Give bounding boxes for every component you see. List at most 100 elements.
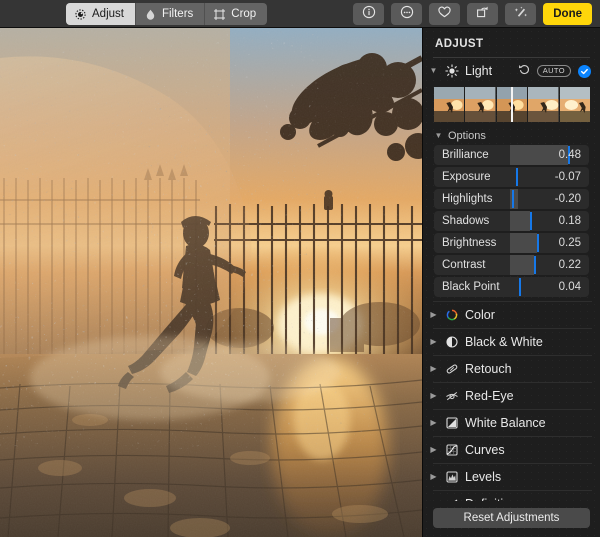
favorite-button[interactable] [429,3,461,25]
chevron-down-icon: ▼ [429,66,438,75]
slider-value: 0.25 [558,237,581,249]
slider-contrast[interactable]: Contrast 0.22 [434,255,589,275]
light-enabled-checkmark[interactable] [578,64,591,78]
color-wheel-icon [444,308,459,323]
slider-value: 0.48 [558,149,581,161]
variation-thumbnail[interactable] [465,87,496,122]
adjust-sections-scroll[interactable]: ▼ Light AUTO ▼ Options Brilliance 0.48 E… [423,58,600,501]
crossed-eye-icon [444,389,459,404]
section-white-balance[interactable]: ▶ White Balance [423,409,600,436]
chevron-right-icon: ▶ [430,472,437,481]
section-curves[interactable]: ▶ Curves [423,436,600,463]
slider-handle [519,278,522,296]
section-label: Definition [465,497,591,501]
section-light[interactable]: ▼ Light AUTO [423,58,600,84]
slider-handle [511,190,514,208]
curves-grid-icon [444,443,459,458]
tab-crop-label: Crop [231,8,257,20]
tab-crop[interactable]: Crop [205,3,267,25]
edited-photo [0,28,422,537]
slider-value: -0.20 [554,193,581,205]
variation-thumbnail[interactable] [559,87,591,122]
slider-shadows[interactable]: Shadows 0.18 [434,211,589,231]
chevron-right-icon: ▶ [430,310,437,319]
slider-brilliance[interactable]: Brilliance 0.48 [434,145,589,165]
slider-handle [536,234,539,252]
slider-value: 0.04 [558,281,581,293]
slider-brightness[interactable]: Brightness 0.25 [434,233,589,253]
panel-title: ADJUST [435,38,484,50]
slider-label: Contrast [442,259,486,271]
chevron-right-icon: ▶ [430,391,437,400]
section-light-label: Light [465,64,493,78]
ellipsis-circle-icon [400,5,414,24]
rotate-button[interactable] [467,3,499,25]
light-variation-filmstrip[interactable] [434,87,591,122]
chevron-right-icon: ▶ [430,418,437,427]
adjust-sections-list: ▶ Color ▶ Black & White ▶ Retouch ▶ Red-… [423,301,600,501]
section-levels[interactable]: ▶ Levels [423,463,600,490]
variation-thumbnail[interactable] [496,87,528,122]
variation-thumbnail[interactable] [434,87,465,122]
slider-exposure[interactable]: Exposure -0.07 [434,167,589,187]
tab-adjust-label: Adjust [92,8,124,20]
tab-filters[interactable]: Filters [136,3,206,25]
slider-black-point[interactable]: Black Point 0.04 [434,277,589,297]
bandage-icon [444,362,459,377]
slider-highlights[interactable]: Highlights -0.20 [434,189,589,209]
section-label: Black & White [465,335,543,349]
slider-handle [529,212,532,230]
slider-value: 0.18 [558,215,581,227]
white-balance-icon [444,416,459,431]
auto-badge[interactable]: AUTO [536,65,571,77]
filmstrip-position-marker[interactable] [511,87,514,122]
chevron-right-icon: ▶ [429,500,438,502]
filters-droplet-icon [144,8,157,21]
slider-label: Brilliance [442,149,489,161]
edit-mode-segmented-control[interactable]: Adjust Filters Crop [66,3,268,25]
slider-handle [515,168,518,186]
levels-histogram-icon [444,470,459,485]
slider-value: 0.22 [558,259,581,271]
adjust-dial-icon [74,8,87,21]
slider-label: Highlights [442,193,493,205]
slider-handle [534,256,537,274]
section-retouch[interactable]: ▶ Retouch [423,355,600,382]
auto-enhance-button[interactable] [505,3,537,25]
section-label: White Balance [465,416,546,430]
slider-fill [510,233,537,253]
photo-canvas[interactable] [0,28,422,537]
done-button[interactable]: Done [543,3,592,25]
options-disclosure[interactable]: ▼ Options [423,128,600,145]
tab-filters-label: Filters [161,8,194,20]
section-color[interactable]: ▶ Color [423,301,600,328]
section-label: Levels [465,470,502,484]
editor-body: ADJUST ▼ Light AUTO ▼ Options Brilliance… [0,28,600,537]
slider-label: Black Point [442,281,500,293]
section-red-eye[interactable]: ▶ Red-Eye [423,382,600,409]
more-options-button[interactable] [391,3,423,25]
options-label: Options [448,130,486,142]
light-sliders: Brilliance 0.48 Exposure -0.07 Highlight… [423,145,600,301]
slider-label: Shadows [442,215,490,227]
chevron-right-icon: ▶ [430,445,437,454]
section-definition[interactable]: ▶ Definition [423,490,600,501]
slider-label: Brightness [442,237,497,249]
variation-thumbnail[interactable] [528,87,559,122]
section-black-and-white[interactable]: ▶ Black & White [423,328,600,355]
crop-frame-icon [213,8,226,21]
section-light-controls: AUTO [518,62,591,80]
photo-editor-window: Adjust Filters Crop Done ADJUST ▼ Light … [0,0,600,537]
section-label: Red-Eye [465,389,514,403]
reset-adjustments-button[interactable]: Reset Adjustments [433,508,590,528]
toolbar-actions: Done [353,3,592,25]
slider-fill [510,255,535,275]
chevron-down-icon: ▼ [434,131,443,140]
reset-arrow-icon[interactable] [518,62,530,80]
section-label: Retouch [465,362,512,376]
tab-adjust[interactable]: Adjust [66,3,136,25]
info-button[interactable] [353,3,385,25]
definition-triangle-icon [444,497,459,501]
slider-value: -0.07 [554,171,581,183]
info-circle-icon [362,5,376,24]
